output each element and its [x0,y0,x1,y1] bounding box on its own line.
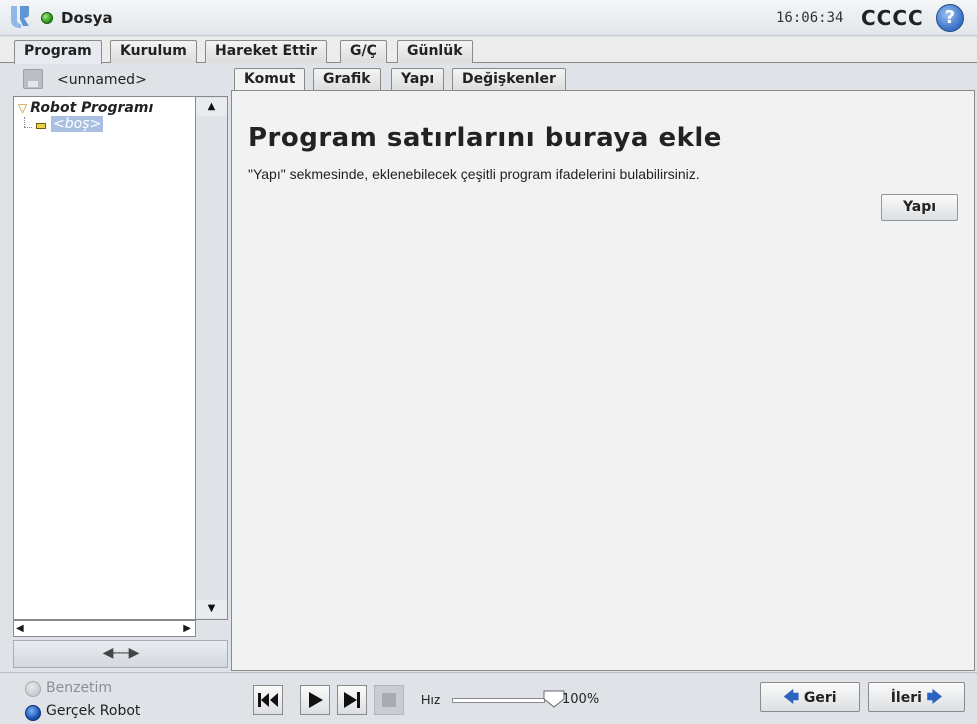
simulation-radio-icon[interactable] [25,681,41,697]
robot-name: CCCC [861,6,924,30]
program-file-name: <unnamed> [57,72,147,88]
tree-connector [24,127,32,128]
panel-resize-handle[interactable]: ◀----▶ [13,640,228,668]
arrow-left-icon: 🡄 [783,688,799,706]
instruction-text: "Yapı" sekmesinde, eklenebilecek çeşitli… [248,166,700,182]
collapse-triangle-icon[interactable]: ▽ [18,101,27,115]
step-forward-icon [344,692,360,708]
tree-connector [24,117,25,127]
tab-hareket-ettir[interactable]: Hareket Ettir [205,40,328,63]
next-button[interactable]: İleri 🡆 [868,682,965,712]
scroll-right-icon[interactable]: ▶ [183,621,191,636]
universal-robots-logo-icon [11,6,29,28]
speed-slider[interactable] [452,698,545,703]
bottom-bar: Benzetim Gerçek Robot Hız 100% 🡄 Geri İl… [0,672,977,724]
tree-node-empty[interactable]: <boş> [51,116,104,132]
real-robot-radio-icon[interactable] [25,705,41,721]
back-button[interactable]: 🡄 Geri [760,682,860,712]
tree-vertical-scrollbar[interactable]: ▲ ▼ [196,96,228,620]
tree-horizontal-scrollbar[interactable]: ◀ ▶ [13,620,196,637]
mode-real-label: Gerçek Robot [46,703,141,719]
speed-label: Hız [421,692,441,707]
stop-button[interactable] [374,685,404,715]
page-title: Program satırlarını buraya ekle [248,123,722,153]
tab-gunluk[interactable]: Günlük [397,40,473,63]
skip-back-icon [258,693,278,707]
tab-kurulum[interactable]: Kurulum [110,40,197,63]
file-menu[interactable]: Dosya [61,9,113,27]
command-sub-tabs: Komut Grafik Yapı Değişkenler [231,64,977,92]
main-tabs: Program Kurulum Hareket Ettir G/Ç Günlük [0,37,977,64]
structure-button[interactable]: Yapı [881,194,958,221]
robot-status-icon [41,12,53,24]
tab-gc[interactable]: G/Ç [340,40,387,63]
tab-komut[interactable]: Komut [234,68,306,92]
tree-root-label: Robot Programı [30,100,154,116]
scroll-left-icon[interactable]: ◀ [16,621,24,636]
play-icon [309,692,323,708]
tab-program[interactable]: Program [14,40,102,64]
tab-degiskenler[interactable]: Değişkenler [452,68,566,91]
resize-arrows-icon: ◀----▶ [102,645,140,661]
save-disk-icon[interactable] [23,69,43,89]
file-row: <unnamed> [9,64,231,94]
scroll-up-icon[interactable]: ▲ [196,98,227,116]
tab-grafik[interactable]: Grafik [313,68,381,91]
command-content: Program satırlarını buraya ekle "Yapı" s… [231,90,975,671]
next-button-label: İleri [890,690,922,706]
program-tree-panel: <unnamed> ▽ Robot Programı <boş> ▲ ▼ ◀ ▶ … [9,64,231,671]
scroll-down-icon[interactable]: ▼ [196,600,227,618]
empty-node-icon [36,123,46,129]
clock: 16:06:34 [776,10,844,26]
play-button[interactable] [300,685,330,715]
skip-to-start-button[interactable] [253,685,283,715]
stop-icon [382,693,396,707]
mode-simulation-label: Benzetim [46,680,113,696]
arrow-right-icon: 🡆 [926,688,943,706]
program-tree[interactable]: ▽ Robot Programı <boş> [13,96,196,620]
step-forward-button[interactable] [337,685,367,715]
tree-node-robot-program[interactable]: ▽ Robot Programı [18,100,153,116]
help-icon[interactable]: ? [936,4,964,32]
back-button-label: Geri [803,690,837,706]
title-bar: Dosya 16:06:34 CCCC ? [0,0,977,36]
tab-yapi[interactable]: Yapı [391,68,445,91]
speed-value: 100% [562,692,600,707]
